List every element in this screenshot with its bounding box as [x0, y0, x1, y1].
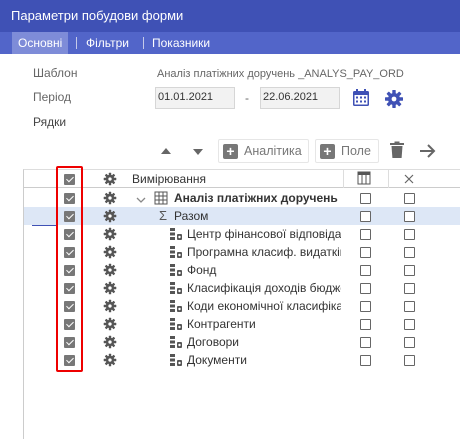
- row-checkbox-col3[interactable]: [404, 355, 415, 366]
- column-separator: [343, 170, 344, 188]
- calendar-icon[interactable]: [351, 88, 371, 111]
- row-checkbox-col3[interactable]: [404, 301, 415, 312]
- row-checkbox-col3[interactable]: [404, 319, 415, 330]
- row-label: Центр фінансової відповідальності: [187, 227, 341, 241]
- move-up-icon[interactable]: [160, 145, 172, 159]
- row-checkbox-col3[interactable]: [404, 265, 415, 276]
- add-field-label: Поле: [341, 144, 371, 158]
- tab-separator: [143, 37, 144, 49]
- table-columns-icon[interactable]: [357, 171, 371, 188]
- plus-icon: +: [223, 144, 238, 159]
- template-label: Шаблон: [33, 66, 78, 80]
- row-label: Класифікація доходів бюджету: [187, 281, 341, 295]
- row-checkbox-col2[interactable]: [360, 247, 371, 258]
- delete-icon[interactable]: [389, 141, 405, 162]
- sigma-icon: Σ: [159, 208, 168, 223]
- move-down-icon[interactable]: [192, 146, 204, 160]
- hierarchy-icon: [169, 299, 183, 316]
- tab-bar: Основні Фільтри Показники: [0, 32, 460, 54]
- hierarchy-icon: [169, 335, 183, 352]
- row-checkbox-col2[interactable]: [360, 319, 371, 330]
- hierarchy-icon: [169, 263, 183, 280]
- gear-icon[interactable]: [103, 317, 117, 334]
- gear-icon[interactable]: [103, 172, 117, 189]
- table-icon: [154, 191, 168, 208]
- row-label: Аналіз платіжних доручень: [174, 191, 338, 205]
- table-row[interactable]: Коди економічної класифікації: [24, 297, 460, 315]
- gear-icon[interactable]: [103, 353, 117, 370]
- table-row[interactable]: Договори: [24, 333, 460, 351]
- table-row[interactable]: Σ Разом: [24, 207, 460, 225]
- row-label: Контрагенти: [187, 317, 256, 331]
- row-label: Документи: [187, 353, 247, 367]
- table-row[interactable]: Документи: [24, 351, 460, 369]
- hierarchy-icon: [169, 317, 183, 334]
- close-icon[interactable]: [404, 173, 414, 187]
- gear-icon[interactable]: [103, 335, 117, 352]
- gear-icon[interactable]: [103, 299, 117, 316]
- period-label: Період: [33, 90, 72, 104]
- table-row[interactable]: Контрагенти: [24, 315, 460, 333]
- table-row[interactable]: Фонд: [24, 261, 460, 279]
- row-checkbox-col2[interactable]: [360, 355, 371, 366]
- settings-gear-icon[interactable]: [384, 89, 404, 112]
- column-header-dimension: Вимірювання: [132, 172, 206, 186]
- grid-header: Вимірювання: [24, 170, 460, 188]
- tab-separator: [76, 37, 77, 49]
- add-analytics-button[interactable]: + Аналітика: [218, 139, 309, 163]
- tab-indicators[interactable]: Показники: [146, 32, 216, 54]
- table-row[interactable]: Центр фінансової відповідальності: [24, 225, 460, 243]
- row-checkbox-col2[interactable]: [360, 265, 371, 276]
- add-field-button[interactable]: + Поле: [315, 139, 379, 163]
- hierarchy-icon: [169, 281, 183, 298]
- plus-icon: +: [320, 144, 335, 159]
- row-label: Коди економічної класифікації: [187, 299, 341, 313]
- row-label: Фонд: [187, 263, 217, 277]
- arrow-right-icon[interactable]: [419, 143, 437, 162]
- gear-icon[interactable]: [103, 209, 117, 226]
- date-separator: -: [245, 91, 249, 105]
- row-checkbox-col2[interactable]: [360, 301, 371, 312]
- hierarchy-icon: [169, 227, 183, 244]
- gear-icon[interactable]: [103, 263, 117, 280]
- row-checkbox-col3[interactable]: [404, 193, 415, 204]
- table-row[interactable]: Аналіз платіжних доручень: [24, 189, 460, 207]
- dimensions-grid: Вимірювання Аналіз платіжних доручень Σ …: [23, 169, 460, 439]
- gear-icon[interactable]: [103, 245, 117, 262]
- table-row[interactable]: Програмна класиф. видатків: [24, 243, 460, 261]
- table-row[interactable]: Класифікація доходів бюджету: [24, 279, 460, 297]
- dialog-title: Параметри побудови форми: [11, 8, 184, 23]
- gear-icon[interactable]: [103, 227, 117, 244]
- row-checkbox-col2[interactable]: [360, 229, 371, 240]
- row-checkbox-col2[interactable]: [360, 337, 371, 348]
- row-checkbox-col2[interactable]: [360, 193, 371, 204]
- hierarchy-icon: [169, 245, 183, 262]
- add-analytics-label: Аналітика: [244, 144, 302, 158]
- selection-indicator: [32, 225, 56, 226]
- row-label: Програмна класиф. видатків: [187, 245, 341, 259]
- row-checkbox-col3[interactable]: [404, 211, 415, 222]
- row-checkbox-col3[interactable]: [404, 337, 415, 348]
- chevron-down-icon[interactable]: [136, 193, 146, 207]
- row-checkbox-col3[interactable]: [404, 247, 415, 258]
- row-label: Договори: [187, 335, 240, 349]
- rows-label: Рядки: [33, 115, 67, 129]
- row-label: Разом: [174, 209, 209, 223]
- hierarchy-icon: [169, 353, 183, 370]
- template-value: Аналіз платіжних доручень _ANALYS_PAY_OR…: [157, 68, 404, 80]
- row-checkbox-col2[interactable]: [360, 211, 371, 222]
- tab-basic[interactable]: Основні: [12, 32, 69, 54]
- date-from-input[interactable]: 01.01.2021: [155, 87, 235, 109]
- date-to-input[interactable]: 22.06.2021: [260, 87, 340, 109]
- gear-icon[interactable]: [103, 281, 117, 298]
- tab-filters[interactable]: Фільтри: [80, 32, 135, 54]
- row-checkbox-col3[interactable]: [404, 229, 415, 240]
- row-checkbox-col3[interactable]: [404, 283, 415, 294]
- dialog-titlebar: Параметри побудови форми: [0, 0, 460, 32]
- row-checkbox-col2[interactable]: [360, 283, 371, 294]
- gear-icon[interactable]: [103, 191, 117, 208]
- column-separator: [388, 170, 389, 188]
- highlight-box: [56, 166, 83, 372]
